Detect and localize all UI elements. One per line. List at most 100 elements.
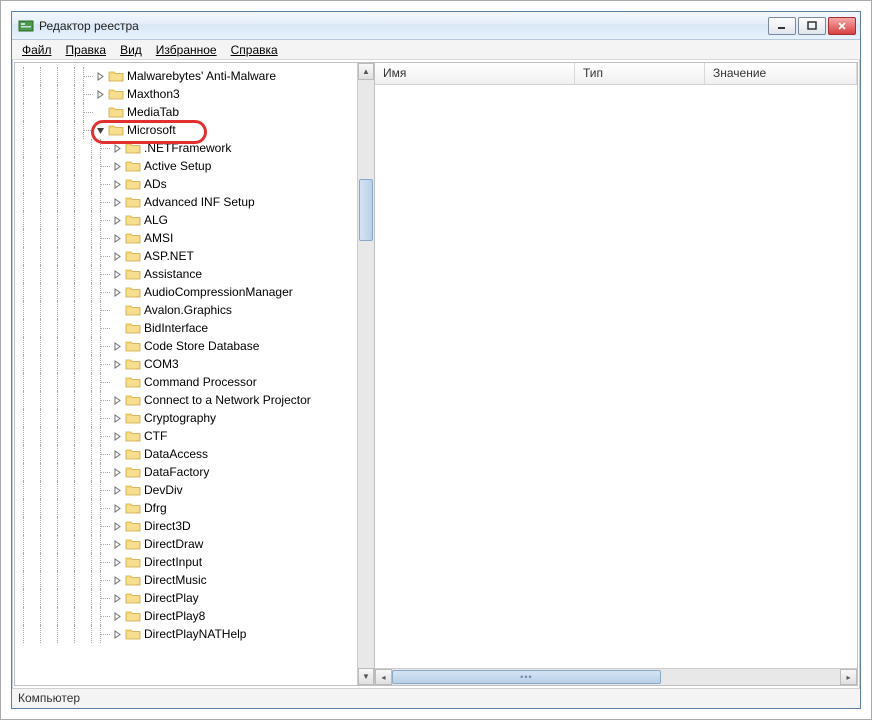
menu-favorites[interactable]: Избранное bbox=[150, 42, 223, 58]
expand-icon[interactable] bbox=[95, 89, 106, 100]
expand-icon[interactable] bbox=[112, 323, 123, 334]
menu-view[interactable]: Вид bbox=[114, 42, 148, 58]
scroll-thumb[interactable] bbox=[359, 179, 373, 241]
tree-item-label: DirectPlayNATHelp bbox=[144, 627, 246, 641]
tree-item--netframework[interactable]: .NETFramework bbox=[15, 139, 357, 157]
maximize-button[interactable] bbox=[798, 17, 826, 35]
minimize-button[interactable] bbox=[768, 17, 796, 35]
titlebar[interactable]: Редактор реестра bbox=[12, 12, 860, 40]
tree-item-label: Advanced INF Setup bbox=[144, 195, 255, 209]
tree-item-label: Malwarebytes' Anti-Malware bbox=[127, 69, 276, 83]
tree-item-label: ADs bbox=[144, 177, 167, 191]
registry-editor-window: Редактор реестра Файл Правка Вид Избранн… bbox=[11, 11, 861, 709]
expand-icon[interactable] bbox=[112, 179, 123, 190]
expand-icon[interactable] bbox=[112, 287, 123, 298]
close-button[interactable] bbox=[828, 17, 856, 35]
scroll-down-icon[interactable]: ▼ bbox=[358, 668, 374, 685]
expand-icon[interactable] bbox=[112, 503, 123, 514]
hscroll-thumb[interactable]: ••• bbox=[392, 670, 661, 684]
expand-icon[interactable] bbox=[112, 233, 123, 244]
tree-item-audiocompressionmanager[interactable]: AudioCompressionManager bbox=[15, 283, 357, 301]
scroll-up-icon[interactable]: ▲ bbox=[358, 63, 374, 80]
expand-icon[interactable] bbox=[112, 431, 123, 442]
folder-icon bbox=[125, 339, 141, 353]
tree-item-command-processor[interactable]: Command Processor bbox=[15, 373, 357, 391]
tree-item-connect-to-a-network-projector[interactable]: Connect to a Network Projector bbox=[15, 391, 357, 409]
tree-item-directplaynathelp[interactable]: DirectPlayNATHelp bbox=[15, 625, 357, 643]
folder-icon bbox=[125, 591, 141, 605]
tree-item-avalon-graphics[interactable]: Avalon.Graphics bbox=[15, 301, 357, 319]
expand-icon[interactable] bbox=[112, 377, 123, 388]
tree-item-asp-net[interactable]: ASP.NET bbox=[15, 247, 357, 265]
tree-item-bidinterface[interactable]: BidInterface bbox=[15, 319, 357, 337]
expand-icon[interactable] bbox=[112, 629, 123, 640]
tree-item-directplay[interactable]: DirectPlay bbox=[15, 589, 357, 607]
tree-item-alg[interactable]: ALG bbox=[15, 211, 357, 229]
tree-item-amsi[interactable]: AMSI bbox=[15, 229, 357, 247]
tree-item-ads[interactable]: ADs bbox=[15, 175, 357, 193]
tree-item-devdiv[interactable]: DevDiv bbox=[15, 481, 357, 499]
expand-icon[interactable] bbox=[112, 215, 123, 226]
tree-item-malwarebytes-anti-malware[interactable]: Malwarebytes' Anti-Malware bbox=[15, 67, 357, 85]
menu-help[interactable]: Справка bbox=[225, 42, 284, 58]
menu-file[interactable]: Файл bbox=[16, 42, 58, 58]
tree-item-advanced-inf-setup[interactable]: Advanced INF Setup bbox=[15, 193, 357, 211]
expand-icon[interactable] bbox=[95, 71, 106, 82]
tree-vscrollbar[interactable]: ▲ ▼ bbox=[357, 63, 374, 685]
expand-icon[interactable] bbox=[95, 107, 106, 118]
expand-icon[interactable] bbox=[112, 467, 123, 478]
expand-icon[interactable] bbox=[112, 359, 123, 370]
expand-icon[interactable] bbox=[112, 557, 123, 568]
tree-item-ctf[interactable]: CTF bbox=[15, 427, 357, 445]
tree-item-directmusic[interactable]: DirectMusic bbox=[15, 571, 357, 589]
tree-item-direct3d[interactable]: Direct3D bbox=[15, 517, 357, 535]
tree-item-label: Maxthon3 bbox=[127, 87, 180, 101]
expand-icon[interactable] bbox=[112, 395, 123, 406]
tree-item-assistance[interactable]: Assistance bbox=[15, 265, 357, 283]
menu-edit[interactable]: Правка bbox=[60, 42, 113, 58]
col-type[interactable]: Тип bbox=[575, 63, 705, 84]
expand-icon[interactable] bbox=[112, 341, 123, 352]
expand-icon[interactable] bbox=[112, 449, 123, 460]
tree-item-microsoft[interactable]: Microsoft bbox=[15, 121, 357, 139]
scroll-left-icon[interactable]: ◂ bbox=[375, 669, 392, 685]
expand-icon[interactable] bbox=[112, 521, 123, 532]
expand-icon[interactable] bbox=[112, 143, 123, 154]
folder-icon bbox=[125, 285, 141, 299]
tree-item-directdraw[interactable]: DirectDraw bbox=[15, 535, 357, 553]
expand-icon[interactable] bbox=[112, 251, 123, 262]
tree-item-com3[interactable]: COM3 bbox=[15, 355, 357, 373]
list-body[interactable] bbox=[375, 85, 857, 668]
tree-item-dfrg[interactable]: Dfrg bbox=[15, 499, 357, 517]
expand-icon[interactable] bbox=[95, 125, 106, 136]
expand-icon[interactable] bbox=[112, 539, 123, 550]
tree-item-cryptography[interactable]: Cryptography bbox=[15, 409, 357, 427]
tree-item-datafactory[interactable]: DataFactory bbox=[15, 463, 357, 481]
tree-item-directplay8[interactable]: DirectPlay8 bbox=[15, 607, 357, 625]
tree-item-directinput[interactable]: DirectInput bbox=[15, 553, 357, 571]
folder-icon bbox=[125, 393, 141, 407]
expand-icon[interactable] bbox=[112, 305, 123, 316]
tree-item-code-store-database[interactable]: Code Store Database bbox=[15, 337, 357, 355]
tree-item-maxthon3[interactable]: Maxthon3 bbox=[15, 85, 357, 103]
col-name[interactable]: Имя bbox=[375, 63, 575, 84]
expand-icon[interactable] bbox=[112, 611, 123, 622]
tree-item-mediatab[interactable]: MediaTab bbox=[15, 103, 357, 121]
folder-icon bbox=[125, 267, 141, 281]
registry-tree[interactable]: Malwarebytes' Anti-Malware Maxthon3 MediaT… bbox=[15, 63, 357, 685]
col-value[interactable]: Значение bbox=[705, 63, 857, 84]
scroll-right-icon[interactable]: ▸ bbox=[840, 669, 857, 685]
list-hscrollbar[interactable]: ◂ ••• ▸ bbox=[375, 668, 857, 685]
expand-icon[interactable] bbox=[112, 161, 123, 172]
statusbar: Компьютер bbox=[12, 688, 860, 708]
expand-icon[interactable] bbox=[112, 413, 123, 424]
expand-icon[interactable] bbox=[112, 197, 123, 208]
expand-icon[interactable] bbox=[112, 575, 123, 586]
folder-icon bbox=[125, 555, 141, 569]
tree-item-label: DirectDraw bbox=[144, 537, 203, 551]
tree-item-dataaccess[interactable]: DataAccess bbox=[15, 445, 357, 463]
expand-icon[interactable] bbox=[112, 485, 123, 496]
tree-item-active-setup[interactable]: Active Setup bbox=[15, 157, 357, 175]
expand-icon[interactable] bbox=[112, 269, 123, 280]
expand-icon[interactable] bbox=[112, 593, 123, 604]
